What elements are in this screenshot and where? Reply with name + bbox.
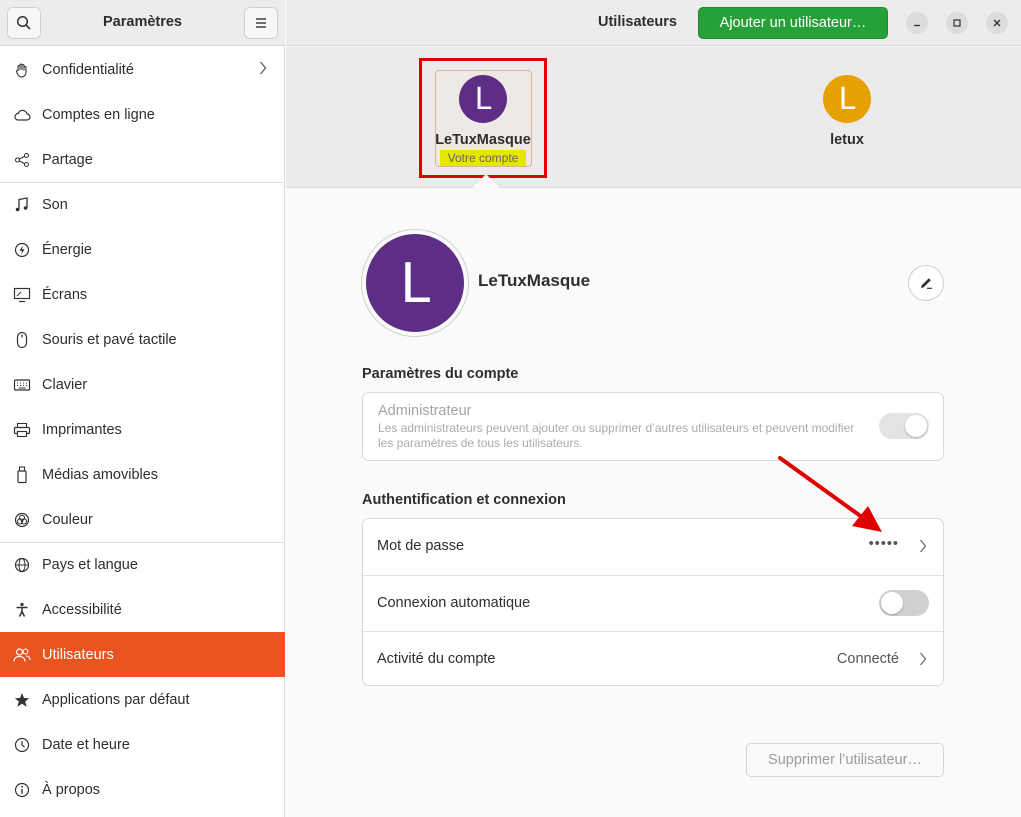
hand-icon: [13, 61, 31, 79]
minimize-button[interactable]: [906, 12, 928, 34]
sidebar-item-label: Utilisateurs: [42, 646, 114, 663]
sidebar-item-clavier[interactable]: Clavier: [0, 362, 285, 407]
power-icon: [13, 241, 31, 259]
user-name: letux: [830, 132, 864, 148]
sidebar-item-label: Imprimantes: [42, 421, 122, 438]
sidebar-item-confidentialite[interactable]: Confidentialité: [0, 47, 285, 92]
sidebar-item-label: À propos: [42, 781, 101, 798]
sidebar-item-label: Écrans: [42, 286, 88, 303]
maximize-icon: [952, 18, 962, 28]
sidebar-item-couleur[interactable]: Couleur: [0, 497, 285, 542]
annotation-arrow-icon: [770, 448, 890, 543]
sidebar-item-label: Date et heure: [42, 736, 130, 753]
minimize-icon: [912, 18, 922, 28]
share-icon: [13, 151, 31, 169]
selection-pointer: [472, 174, 500, 188]
auth-panel: Mot de passe ••••• Connexion automatique…: [362, 518, 944, 686]
page-title: Utilisateurs: [598, 14, 677, 30]
sidebar-item-accessibilite[interactable]: Accessibilité: [0, 587, 285, 632]
menu-button[interactable]: [244, 7, 278, 39]
star-icon: [13, 691, 31, 709]
close-button[interactable]: [986, 12, 1008, 34]
sidebar-item-imprimantes[interactable]: Imprimantes: [0, 407, 285, 452]
toggle-knob: [905, 415, 927, 437]
sidebar-header: Paramètres: [0, 0, 285, 46]
section-title-auth: Authentification et connexion: [362, 492, 566, 508]
clock-icon: [13, 736, 31, 754]
autologin-row[interactable]: Connexion automatique: [363, 575, 943, 631]
mouse-icon: [13, 331, 31, 349]
sidebar: Paramètres Confidentialité Comptes en li…: [0, 0, 285, 817]
profile-avatar[interactable]: L: [362, 230, 468, 336]
sidebar-item-label: Confidentialité: [42, 61, 134, 78]
sidebar-item-label: Souris et pavé tactile: [42, 331, 177, 348]
hamburger-menu-icon: [254, 17, 268, 29]
sidebar-item-applications-par-defaut[interactable]: Applications par défaut: [0, 677, 285, 722]
color-icon: [13, 511, 31, 529]
sidebar-item-souris[interactable]: Souris et pavé tactile: [0, 317, 285, 362]
sidebar-item-label: Énergie: [42, 241, 92, 258]
sidebar-item-pays-et-langue[interactable]: Pays et langue: [0, 542, 285, 587]
close-icon: [992, 18, 1002, 28]
sidebar-item-son[interactable]: Son: [0, 182, 285, 227]
pencil-icon: [918, 275, 934, 291]
maximize-button[interactable]: [946, 12, 968, 34]
sidebar-item-medias-amovibles[interactable]: Médias amovibles: [0, 452, 285, 497]
sidebar-item-label: Clavier: [42, 376, 88, 393]
toggle-knob: [881, 592, 903, 614]
usb-drive-icon: [13, 465, 31, 484]
accessibility-icon: [13, 601, 31, 619]
info-icon: [13, 781, 31, 799]
account-activity-row[interactable]: Activité du compte Connecté: [363, 631, 943, 687]
main-header: Utilisateurs Ajouter un utilisateur…: [286, 0, 1021, 46]
password-label: Mot de passe: [377, 538, 465, 554]
sidebar-item-label: Couleur: [42, 511, 93, 528]
sidebar-item-label: Accessibilité: [42, 601, 122, 618]
sidebar-item-comptes-en-ligne[interactable]: Comptes en ligne: [0, 92, 285, 137]
your-account-badge: Votre compte: [439, 150, 527, 166]
edit-name-button[interactable]: [908, 265, 944, 301]
sidebar-item-partage[interactable]: Partage: [0, 137, 285, 182]
activity-label: Activité du compte: [377, 651, 496, 667]
sidebar-item-energie[interactable]: Énergie: [0, 227, 285, 272]
admin-label: Administrateur: [378, 403, 472, 419]
sidebar-item-label: Comptes en ligne: [42, 106, 155, 123]
display-icon: [13, 286, 31, 304]
avatar: L: [823, 75, 871, 123]
section-title-account: Paramètres du compte: [362, 366, 519, 382]
user-carousel: L LeTuxMasque Votre compte L letux: [286, 47, 1021, 188]
keyboard-icon: [13, 376, 31, 394]
sidebar-item-a-propos[interactable]: À propos: [0, 767, 285, 812]
sidebar-item-ecrans[interactable]: Écrans: [0, 272, 285, 317]
delete-user-button[interactable]: Supprimer l’utilisateur…: [746, 743, 944, 777]
add-user-button[interactable]: Ajouter un utilisateur…: [698, 7, 888, 39]
chevron-right-icon: [259, 61, 267, 75]
avatar: L: [459, 75, 507, 123]
sidebar-item-label: Son: [42, 197, 68, 213]
chevron-right-icon: [919, 539, 927, 553]
admin-toggle[interactable]: [879, 413, 929, 439]
printer-icon: [13, 421, 31, 439]
sidebar-item-label: Pays et langue: [42, 557, 138, 573]
sidebar-item-label: Applications par défaut: [42, 691, 190, 708]
sidebar-title: Paramètres: [103, 14, 182, 30]
sidebar-item-label: Partage: [42, 151, 93, 168]
autologin-toggle[interactable]: [879, 590, 929, 616]
user-card-letux[interactable]: L letux: [788, 75, 906, 148]
users-icon: [13, 646, 31, 664]
cloud-icon: [13, 106, 31, 124]
admin-description: Les administrateurs peuvent ajouter ou s…: [378, 421, 855, 450]
chevron-right-icon: [919, 652, 927, 666]
activity-value: Connecté: [836, 651, 899, 667]
sidebar-list: Confidentialité Comptes en ligne Partage…: [0, 47, 285, 812]
profile-full-name: LeTuxMasque: [478, 271, 591, 290]
sidebar-item-label: Médias amovibles: [42, 466, 159, 483]
user-name: LeTuxMasque: [435, 132, 531, 148]
user-card-letuxmasque[interactable]: L LeTuxMasque Votre compte: [424, 75, 542, 166]
autologin-label: Connexion automatique: [377, 595, 531, 611]
sidebar-item-date-et-heure[interactable]: Date et heure: [0, 722, 285, 767]
sidebar-item-utilisateurs[interactable]: Utilisateurs: [0, 632, 285, 677]
globe-icon: [13, 556, 31, 574]
music-note-icon: [13, 196, 31, 214]
